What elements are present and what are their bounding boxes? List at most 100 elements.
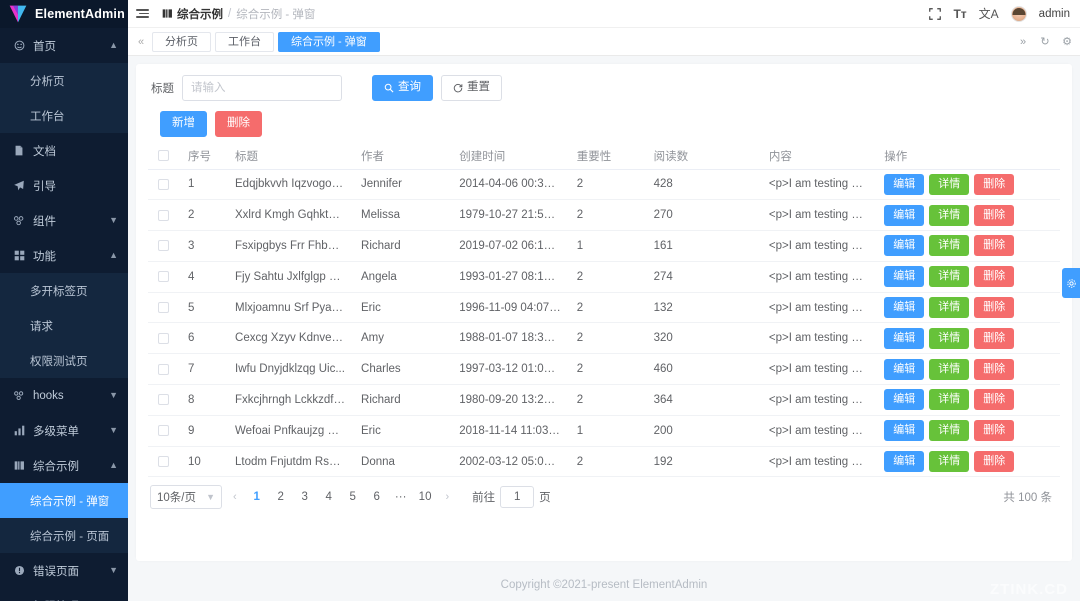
username-label[interactable]: admin: [1039, 8, 1070, 20]
row-edit-button[interactable]: 编辑: [884, 173, 925, 195]
prev-page-button[interactable]: ‹: [228, 491, 242, 503]
sidebar-item-permission[interactable]: 权限管理 ▼: [0, 588, 128, 601]
row-checkbox[interactable]: [158, 302, 169, 314]
row-detail-button[interactable]: 详情: [929, 173, 970, 195]
page-number-4[interactable]: 4: [320, 491, 338, 503]
language-icon[interactable]: 文A: [979, 5, 999, 22]
sidebar-item-analysis[interactable]: 分析页: [0, 63, 128, 98]
chevron-up-icon: ▲: [109, 250, 118, 260]
row-delete-button[interactable]: 删除: [974, 235, 1015, 257]
hooks-icon: [12, 390, 26, 401]
hamburger-icon[interactable]: [136, 9, 152, 18]
title-search-input[interactable]: [182, 75, 342, 101]
row-detail-button[interactable]: 详情: [929, 204, 970, 226]
next-page-button[interactable]: ›: [440, 491, 454, 503]
tab-analysis[interactable]: 分析页: [152, 31, 211, 52]
sidebar-item-workbench[interactable]: 工作台: [0, 98, 128, 133]
table-row: 8 Fxkcjhrngh Lckkzdfk ... Richard 1980-09-2…: [148, 384, 1060, 416]
reset-button[interactable]: 重置: [441, 75, 502, 101]
sidebar-item-request[interactable]: 请求: [0, 308, 128, 343]
row-detail-button[interactable]: 详情: [929, 420, 970, 442]
page-number-2[interactable]: 2: [272, 491, 290, 503]
page-number-6[interactable]: 6: [368, 491, 386, 503]
row-checkbox[interactable]: [158, 425, 169, 437]
row-delete-button[interactable]: 删除: [974, 266, 1015, 288]
row-detail-button[interactable]: 详情: [929, 389, 970, 411]
row-checkbox[interactable]: [158, 240, 169, 252]
sidebar-item-comprehensive-page[interactable]: 综合示例 - 页面: [0, 518, 128, 553]
side-setting-button[interactable]: [1062, 268, 1080, 298]
row-edit-button[interactable]: 编辑: [884, 327, 925, 349]
page-number-3[interactable]: 3: [296, 491, 314, 503]
sidebar-logo[interactable]: ElementAdmin: [0, 0, 128, 28]
row-checkbox[interactable]: [158, 209, 169, 221]
sidebar-item-document[interactable]: 文档: [0, 133, 128, 168]
sidebar-item-component[interactable]: 组件 ▼: [0, 203, 128, 238]
page-size-select[interactable]: 10条/页 ▼: [150, 485, 222, 510]
sidebar-item-nested-menu[interactable]: 多级菜单 ▼: [0, 413, 128, 448]
sidebar-item-guide[interactable]: 引导: [0, 168, 128, 203]
tabs-setting-icon[interactable]: ⚙: [1056, 35, 1078, 48]
row-edit-button[interactable]: 编辑: [884, 235, 925, 257]
row-edit-button[interactable]: 编辑: [884, 266, 925, 288]
row-detail-button[interactable]: 详情: [929, 266, 970, 288]
row-edit-button[interactable]: 编辑: [884, 358, 925, 380]
row-detail-button[interactable]: 详情: [929, 235, 970, 257]
select-all-checkbox[interactable]: [158, 150, 169, 162]
row-detail-button[interactable]: 详情: [929, 327, 970, 349]
tabs-expand-icon[interactable]: »: [1012, 36, 1034, 48]
row-edit-button[interactable]: 编辑: [884, 297, 925, 319]
page-ellipsis[interactable]: ···: [392, 491, 410, 503]
row-delete-button[interactable]: 删除: [974, 204, 1015, 226]
tabs-refresh-icon[interactable]: ↻: [1034, 35, 1056, 48]
sidebar-item-permission-test[interactable]: 权限测试页: [0, 343, 128, 378]
sidebar-item-error-pages[interactable]: 错误页面 ▼: [0, 553, 128, 588]
row-edit-button[interactable]: 编辑: [884, 420, 925, 442]
sidebar-item-hooks[interactable]: hooks ▼: [0, 378, 128, 413]
add-button[interactable]: 新增: [160, 111, 207, 137]
row-checkbox[interactable]: [158, 332, 169, 344]
row-checkbox[interactable]: [158, 363, 169, 375]
font-size-icon[interactable]: Tт: [953, 7, 966, 21]
row-checkbox[interactable]: [158, 456, 169, 468]
row-edit-button[interactable]: 编辑: [884, 389, 925, 411]
cell-author: Charles: [353, 353, 452, 386]
breadcrumb-current[interactable]: 综合示例: [162, 6, 223, 22]
sidebar: ElementAdmin 首页 ▲ 分析页 工作台 文档 引导 组件 ▼ 功能 …: [0, 0, 128, 601]
tab-comprehensive-dialog[interactable]: 综合示例 - 弹窗: [278, 31, 380, 52]
row-edit-button[interactable]: 编辑: [884, 204, 925, 226]
tabs-collapse-icon[interactable]: «: [130, 36, 152, 48]
row-checkbox[interactable]: [158, 271, 169, 283]
row-delete-button[interactable]: 删除: [974, 420, 1015, 442]
cell-reads: 320: [645, 322, 761, 355]
sidebar-item-multi-tabs[interactable]: 多开标签页: [0, 273, 128, 308]
page-number-1[interactable]: 1: [248, 491, 266, 503]
row-delete-button[interactable]: 删除: [974, 327, 1015, 349]
row-detail-button[interactable]: 详情: [929, 451, 970, 473]
page-number-5[interactable]: 5: [344, 491, 362, 503]
avatar[interactable]: [1010, 5, 1027, 22]
error-icon: [12, 565, 26, 576]
row-delete-button[interactable]: 删除: [974, 297, 1015, 319]
row-delete-button[interactable]: 删除: [974, 389, 1015, 411]
cell-importance: 1: [568, 230, 646, 262]
row-delete-button[interactable]: 删除: [974, 358, 1015, 380]
row-checkbox[interactable]: [158, 394, 169, 406]
sidebar-item-home[interactable]: 首页 ▲: [0, 28, 128, 63]
page-number-10[interactable]: 10: [416, 491, 435, 503]
search-button[interactable]: 查询: [372, 75, 433, 101]
row-edit-button[interactable]: 编辑: [884, 451, 925, 473]
cell-index: 1: [180, 169, 228, 201]
row-delete-button[interactable]: 删除: [974, 451, 1015, 473]
row-detail-button[interactable]: 详情: [929, 297, 970, 319]
sidebar-item-function[interactable]: 功能 ▲: [0, 238, 128, 273]
delete-button[interactable]: 删除: [215, 111, 262, 137]
row-delete-button[interactable]: 删除: [974, 173, 1015, 195]
fullscreen-icon[interactable]: [929, 7, 942, 20]
tab-workbench[interactable]: 工作台: [215, 31, 274, 52]
sidebar-item-comprehensive-dialog[interactable]: 综合示例 - 弹窗: [0, 483, 128, 518]
row-detail-button[interactable]: 详情: [929, 358, 970, 380]
sidebar-item-comprehensive[interactable]: 综合示例 ▲: [0, 448, 128, 483]
row-checkbox[interactable]: [158, 178, 169, 190]
page-jump-input[interactable]: [500, 486, 535, 509]
